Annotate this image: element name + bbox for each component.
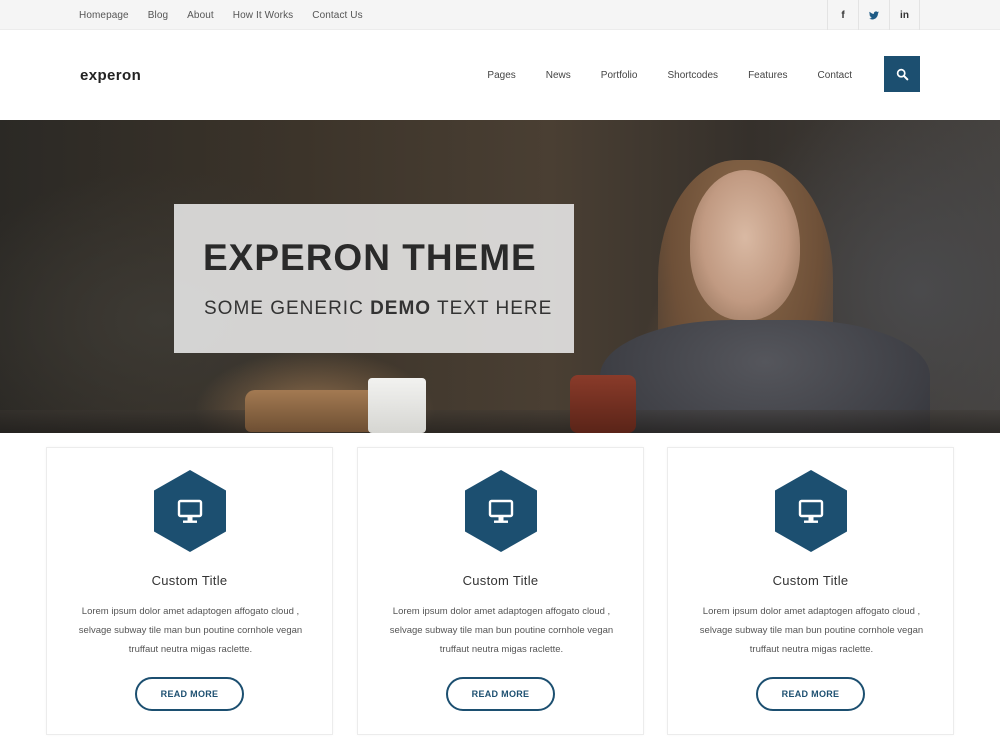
facebook-icon[interactable]: f bbox=[827, 0, 858, 30]
site-logo[interactable]: experon bbox=[80, 67, 141, 84]
top-nav-blog[interactable]: Blog bbox=[148, 10, 168, 21]
nav-contact[interactable]: Contact bbox=[818, 70, 852, 81]
linkedin-icon[interactable]: in bbox=[889, 0, 920, 30]
nav-portfolio[interactable]: Portfolio bbox=[601, 70, 638, 81]
monitor-icon bbox=[775, 470, 847, 552]
twitter-bird-shape bbox=[869, 10, 879, 19]
hero-banner: EXPERON THEME SOME GENERIC DEMO TEXT HER… bbox=[0, 120, 1000, 433]
read-more-button[interactable]: READ MORE bbox=[135, 677, 244, 711]
hero-subtitle: SOME GENERIC DEMO TEXT HERE bbox=[204, 298, 552, 320]
nav-pages[interactable]: Pages bbox=[487, 70, 515, 81]
search-icon bbox=[896, 68, 908, 80]
monitor-icon bbox=[154, 470, 226, 552]
feature-card: Custom Title Lorem ipsum dolor amet adap… bbox=[357, 447, 644, 735]
site-header: experon Pages News Portfolio Shortcodes … bbox=[0, 30, 1000, 120]
feature-card: Custom Title Lorem ipsum dolor amet adap… bbox=[667, 447, 954, 735]
hero-subtitle-bold: DEMO bbox=[370, 298, 432, 319]
hero-photo-basket bbox=[245, 390, 380, 432]
nav-shortcodes[interactable]: Shortcodes bbox=[667, 70, 718, 81]
top-nav-about[interactable]: About bbox=[187, 10, 214, 21]
card-text: Lorem ipsum dolor amet adaptogen affogat… bbox=[699, 606, 924, 655]
hero-photo-table bbox=[0, 410, 1000, 433]
hero-photo-jar bbox=[570, 375, 636, 433]
card-text: Lorem ipsum dolor amet adaptogen affogat… bbox=[78, 606, 303, 655]
card-text: Lorem ipsum dolor amet adaptogen affogat… bbox=[389, 606, 614, 655]
monitor-icon bbox=[465, 470, 537, 552]
nav-news[interactable]: News bbox=[546, 70, 571, 81]
top-nav-homepage[interactable]: Homepage bbox=[79, 10, 129, 21]
main-nav: Pages News Portfolio Shortcodes Features… bbox=[457, 30, 852, 120]
read-more-button[interactable]: READ MORE bbox=[446, 677, 555, 711]
hero-photo-face bbox=[690, 170, 800, 320]
top-nav: Homepage Blog About How It Works Contact… bbox=[79, 0, 382, 30]
hero-title: EXPERON THEME bbox=[203, 237, 537, 278]
card-title: Custom Title bbox=[151, 573, 228, 588]
feature-card: Custom Title Lorem ipsum dolor amet adap… bbox=[46, 447, 333, 735]
card-title: Custom Title bbox=[772, 573, 849, 588]
social-links: f in bbox=[827, 0, 920, 30]
search-button[interactable] bbox=[884, 56, 920, 92]
hero-subtitle-pre: SOME GENERIC bbox=[204, 298, 371, 319]
twitter-icon[interactable] bbox=[858, 0, 889, 30]
hero-caption-box: EXPERON THEME SOME GENERIC DEMO TEXT HER… bbox=[174, 204, 574, 353]
nav-features[interactable]: Features bbox=[748, 70, 787, 81]
read-more-button[interactable]: READ MORE bbox=[756, 677, 865, 711]
top-bar: Homepage Blog About How It Works Contact… bbox=[0, 0, 1000, 30]
hero-photo-cup bbox=[368, 378, 426, 433]
top-nav-contact-us[interactable]: Contact Us bbox=[312, 10, 362, 21]
card-title: Custom Title bbox=[462, 573, 539, 588]
hero-subtitle-post: TEXT HERE bbox=[431, 298, 553, 319]
top-nav-how-it-works[interactable]: How It Works bbox=[233, 10, 293, 21]
